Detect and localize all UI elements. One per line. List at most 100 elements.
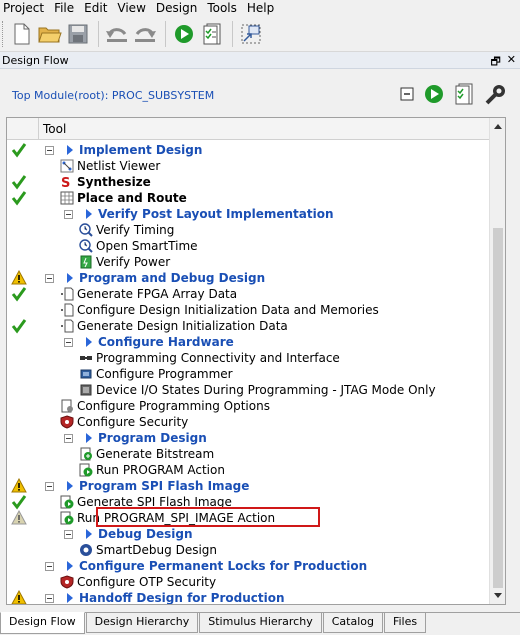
scroll-up-arrow[interactable] (490, 118, 505, 134)
tree-row[interactable]: Configure Design Initialization Data and… (7, 302, 490, 318)
tree-row[interactable]: Run PROGRAM Action (7, 462, 490, 478)
tree-row-label: Programming Connectivity and Interface (96, 351, 340, 365)
tree-row[interactable]: Programming Connectivity and Interface (7, 350, 490, 366)
bit-icon (79, 447, 93, 461)
category-arrow-icon (67, 273, 73, 283)
tab-files[interactable]: Files (383, 613, 427, 633)
menu-project[interactable]: Project (0, 0, 49, 16)
io-icon (79, 383, 93, 397)
tab-design-flow[interactable]: Design Flow (0, 612, 85, 634)
tree-row-label: Program SPI Flash Image (79, 479, 250, 493)
menu-view[interactable]: View (112, 0, 150, 16)
collapse-toggle-icon[interactable] (64, 338, 73, 347)
doc-icon (60, 303, 74, 317)
tree-row[interactable]: Configure OTP Security (7, 574, 490, 590)
menu-tools[interactable]: Tools (202, 0, 242, 16)
sec-icon (60, 415, 74, 429)
tree-row[interactable]: Generate Bitstream (7, 446, 490, 462)
save-button[interactable] (65, 20, 91, 48)
tree-row[interactable]: Handoff Design for Production (7, 589, 490, 605)
run-flow-icon[interactable] (424, 84, 444, 104)
tab-design-hierarchy[interactable]: Design Hierarchy (85, 613, 199, 633)
tree-row[interactable]: Program Design (7, 430, 490, 446)
tree-row[interactable]: Configure Programmer (7, 366, 490, 382)
tree-row-label: Configure Programmer (96, 367, 233, 381)
tree-row[interactable]: Device I/O States During Programming - J… (7, 382, 490, 398)
redo-button[interactable] (132, 20, 158, 48)
tree-row[interactable]: Verify Power (7, 254, 490, 270)
tree-row[interactable]: Generate Design Initialization Data (7, 318, 490, 334)
tree-row-label: Run PROGRAM Action (96, 463, 225, 477)
tree-row[interactable]: S Synthesize (7, 174, 490, 191)
expand-window-icon (241, 24, 261, 43)
tree-row[interactable]: SmartDebug Design (7, 542, 490, 558)
scroll-thumb[interactable] (493, 228, 503, 588)
collapse-toggle-icon[interactable] (45, 146, 54, 155)
tab-stimulus-hierarchy[interactable]: Stimulus Hierarchy (199, 613, 322, 633)
menu-edit[interactable]: Edit (79, 0, 112, 16)
tree-row[interactable]: Configure Programming Options (7, 398, 490, 414)
warning-icon (11, 589, 27, 604)
tree-row-label: Debug Design (98, 527, 193, 541)
collapse-toggle-icon[interactable] (45, 594, 54, 603)
collapse-toggle-icon[interactable] (45, 482, 54, 491)
report-icon[interactable] (454, 83, 474, 105)
menu-help[interactable]: Help (242, 0, 279, 16)
collapse-toggle-icon[interactable] (64, 434, 73, 443)
open-folder-icon (38, 27, 62, 42)
svg-text:S: S (61, 176, 70, 189)
tree-row[interactable]: Configure Security (7, 414, 490, 430)
new-file-button[interactable] (9, 20, 35, 48)
tree-row[interactable]: Program SPI Flash Image (7, 477, 490, 494)
tree-row[interactable]: Implement Design (7, 142, 490, 158)
undo-button[interactable] (104, 20, 130, 48)
category-arrow-icon (67, 561, 73, 571)
tree-row-label: Handoff Design for Production (79, 591, 285, 605)
category-arrow-icon (86, 433, 92, 443)
check-icon (11, 318, 27, 334)
collapse-all-icon[interactable] (400, 87, 414, 101)
tree-row-label: Generate Bitstream (96, 447, 215, 461)
timing-icon (79, 239, 93, 253)
tree-row-label: Program and Debug Design (79, 271, 266, 285)
menu-file[interactable]: File (49, 0, 79, 16)
tree-row[interactable]: Generate FPGA Array Data (7, 286, 490, 302)
warning-icon (11, 269, 27, 286)
check-icon (11, 494, 27, 510)
warning-icon (11, 509, 27, 526)
tree-row[interactable]: Verify Post Layout Implementation (7, 206, 490, 222)
save-icon (68, 24, 88, 43)
collapse-toggle-icon[interactable] (45, 562, 54, 571)
category-arrow-icon (86, 209, 92, 219)
vertical-scrollbar[interactable] (489, 118, 505, 604)
open-button[interactable] (37, 20, 63, 48)
design-flow-tree: Tool Implement Design Netlist Viewer S Synt… (6, 117, 506, 605)
tree-row[interactable]: Debug Design (7, 526, 490, 542)
tree-row[interactable]: Configure Hardware (7, 334, 490, 350)
tree-column-header: Tool (7, 118, 490, 140)
scroll-down-arrow[interactable] (490, 588, 505, 604)
undo-icon (106, 27, 127, 42)
collapse-toggle-icon[interactable] (64, 210, 73, 219)
tab-catalog[interactable]: Catalog (322, 613, 383, 633)
tree-row[interactable]: Open SmartTime (7, 238, 490, 254)
tree-row[interactable]: Netlist Viewer (7, 158, 490, 174)
tree-row-label: Open SmartTime (96, 239, 198, 253)
tree-row[interactable]: Program and Debug Design (7, 269, 490, 286)
run-button[interactable] (171, 20, 197, 48)
run-icon (79, 463, 93, 477)
collapse-toggle-icon[interactable] (45, 274, 54, 283)
collapse-toggle-icon[interactable] (64, 530, 73, 539)
toolbar-grip[interactable] (2, 20, 5, 47)
expand-window-button[interactable] (238, 20, 264, 48)
bottom-tabs: Design Flow Design Hierarchy Stimulus Hi… (0, 612, 520, 635)
run-icon (175, 24, 193, 43)
tree-row-label: Generate FPGA Array Data (77, 287, 238, 301)
settings-wrench-icon[interactable] (484, 82, 508, 106)
tree-row[interactable]: Verify Timing (7, 222, 490, 238)
tree-row[interactable]: Place and Route (7, 190, 490, 206)
tree-row[interactable]: Configure Permanent Locks for Production (7, 558, 490, 574)
checklist-button[interactable] (199, 20, 225, 48)
menu-design[interactable]: Design (151, 0, 202, 16)
design-flow-header: Top Module(root): PROC_SUBSYSTEM (0, 69, 520, 117)
